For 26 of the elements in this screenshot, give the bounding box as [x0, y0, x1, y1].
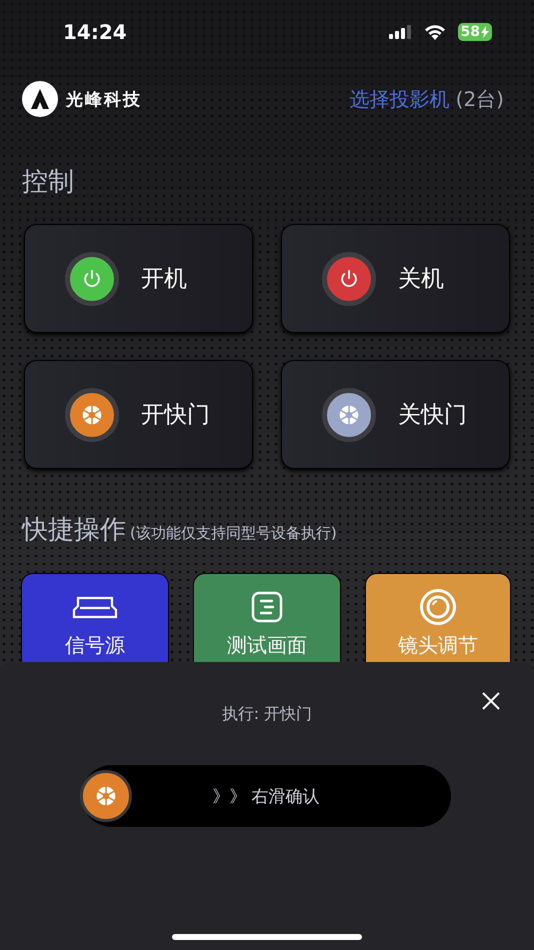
slider-thumb[interactable] — [80, 770, 132, 822]
battery-indicator: 58 — [458, 23, 492, 41]
control-button[interactable]: 关快门 — [281, 360, 510, 469]
projector-select-link[interactable]: 选择投影机 (2台) — [349, 86, 504, 112]
document-icon — [251, 591, 283, 623]
brand-name: 光峰科技 — [66, 88, 142, 110]
logo-icon — [22, 81, 58, 117]
section-note: (该功能仅支持同型号设备执行) — [130, 524, 337, 543]
wifi-icon — [424, 24, 446, 40]
section-title: 快捷操作 — [22, 514, 126, 547]
control-button[interactable]: 开快门 — [24, 360, 253, 469]
clock: 14:24 — [63, 20, 128, 44]
aperture-icon — [338, 404, 360, 426]
power-icon — [81, 268, 103, 290]
signal-icon — [388, 25, 412, 39]
slider-hint: 》》 右滑确认 — [212, 786, 320, 808]
sheet-title: 执行: 开快门 — [222, 704, 312, 725]
slide-to-confirm-track[interactable]: 》》 右滑确认 — [81, 765, 451, 827]
port-icon — [71, 595, 119, 619]
control-button[interactable]: 关机 — [281, 224, 510, 333]
aperture-icon — [95, 785, 117, 807]
aperture-icon — [81, 404, 103, 426]
section-title: 控制 — [22, 166, 74, 199]
power-icon — [338, 268, 360, 290]
lens-icon — [419, 588, 457, 626]
control-button[interactable]: 开机 — [24, 224, 253, 333]
